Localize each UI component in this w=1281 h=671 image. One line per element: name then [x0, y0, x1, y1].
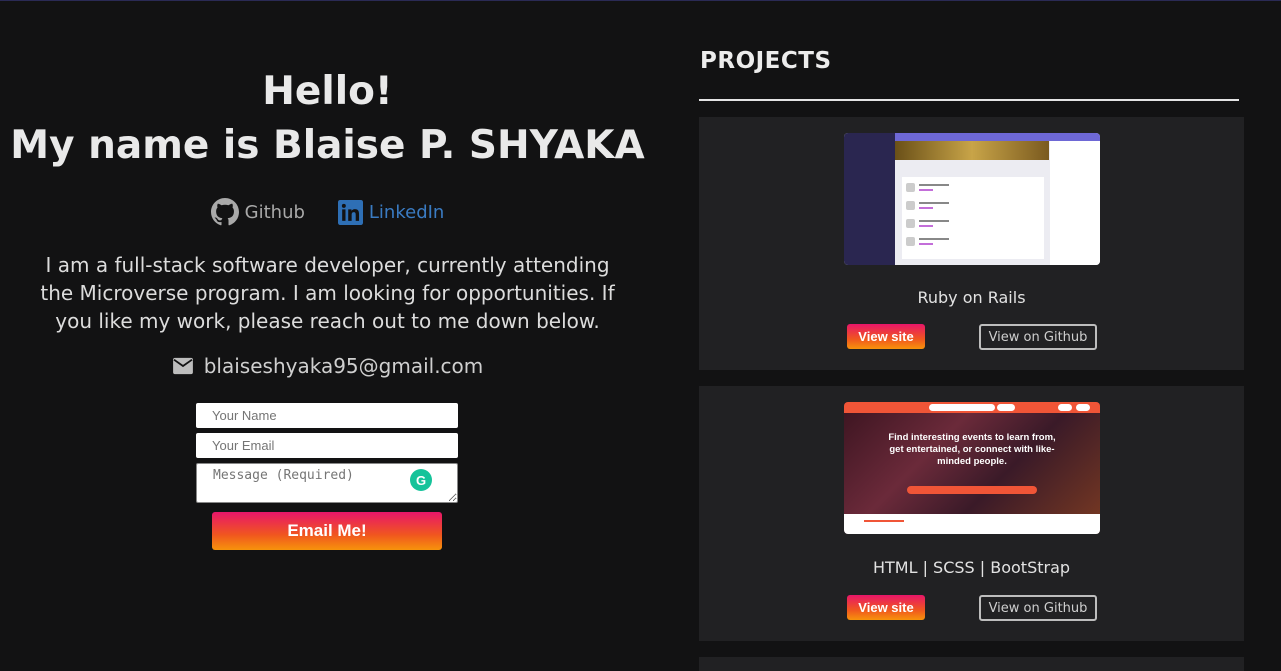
github-link[interactable]: Github [210, 198, 305, 226]
email-input[interactable] [196, 433, 458, 458]
projects-heading: PROJECTS [700, 48, 832, 74]
view-site-button[interactable]: View site [847, 595, 925, 620]
contact-form: G [196, 403, 458, 503]
thumb-row [906, 217, 1036, 231]
thumb-nav-button [1076, 404, 1090, 411]
thumb-nav-button [1058, 404, 1072, 411]
grammarly-icon[interactable]: G [410, 469, 432, 491]
contact-email[interactable]: blaiseshyaka95@gmail.com [204, 354, 484, 378]
project-title: Ruby on Rails [917, 288, 1026, 307]
thumb-profile-panel [1050, 141, 1100, 265]
email-me-button[interactable]: Email Me! [212, 512, 442, 550]
project-card: Find interesting events to learn from, g… [699, 386, 1244, 641]
thumb-row [906, 235, 1036, 249]
thumb-sidebar [844, 133, 895, 265]
view-on-github-button[interactable]: View on Github [979, 324, 1097, 350]
project-thumbnail[interactable] [844, 133, 1100, 265]
thumb-feed [902, 177, 1044, 259]
email-row: blaiseshyaka95@gmail.com [0, 354, 655, 378]
projects-divider [699, 99, 1239, 101]
thumb-headline: Find interesting events to learn from, g… [888, 432, 1056, 467]
intro-section: Hello! My name is Blaise P. SHYAKA Githu… [0, 1, 655, 671]
linkedin-link[interactable]: LinkedIn [337, 199, 445, 225]
thumb-row [906, 181, 1036, 195]
thumb-row [906, 199, 1036, 213]
project-thumbnail[interactable]: Find interesting events to learn from, g… [844, 402, 1100, 534]
mail-icon [172, 357, 193, 375]
project-card [699, 657, 1244, 671]
thumb-footer [844, 514, 1100, 534]
thumb-search-button [997, 404, 1015, 411]
linkedin-link-label: LinkedIn [368, 201, 445, 223]
project-card: Ruby on Rails View site View on Github [699, 117, 1244, 370]
greeting-heading: Hello! [262, 69, 393, 114]
github-icon [210, 198, 239, 226]
thumb-topbar [895, 133, 1100, 141]
social-links: Github LinkedIn [0, 198, 655, 226]
view-on-github-button[interactable]: View on Github [979, 595, 1097, 621]
thumb-navbar [844, 402, 1100, 413]
thumb-banner [895, 141, 1049, 160]
bio-text: I am a full-stack software developer, cu… [40, 253, 615, 333]
thumb-search [929, 404, 995, 411]
view-site-button[interactable]: View site [847, 324, 925, 349]
thumb-cta [907, 486, 1037, 494]
project-title: HTML | SCSS | BootStrap [872, 558, 1071, 577]
github-link-label: Github [244, 201, 305, 223]
linkedin-icon [337, 199, 363, 225]
name-heading: My name is Blaise P. SHYAKA [10, 123, 645, 168]
name-input[interactable] [196, 403, 458, 428]
